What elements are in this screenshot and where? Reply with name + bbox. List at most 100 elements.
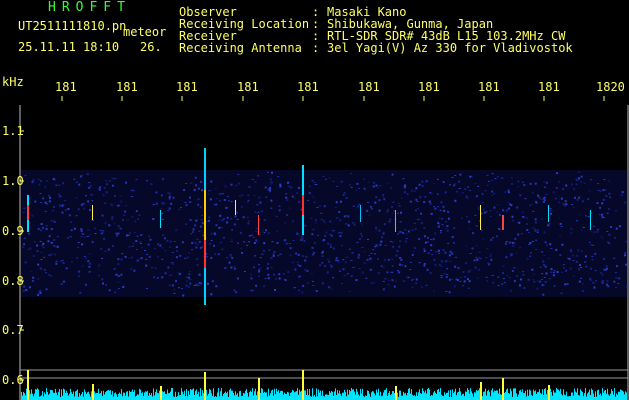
meteor-streak xyxy=(235,200,236,215)
noise-dot xyxy=(309,185,311,187)
noise-dot xyxy=(460,217,463,219)
noise-dot xyxy=(258,269,261,272)
level-bar xyxy=(274,388,275,400)
noise-dot xyxy=(181,288,183,289)
noise-dot xyxy=(450,278,453,280)
level-bar xyxy=(361,393,362,400)
noise-dot xyxy=(59,204,61,207)
noise-dot xyxy=(267,232,270,235)
noise-dot xyxy=(323,239,326,241)
noise-dot xyxy=(184,257,187,259)
noise-dot xyxy=(615,210,617,212)
noise-dot xyxy=(594,252,597,255)
level-bar xyxy=(61,389,62,400)
level-bar xyxy=(535,390,536,400)
level-bar xyxy=(460,391,461,400)
level-bar xyxy=(506,389,507,400)
noise-dot xyxy=(576,199,579,201)
noise-dot xyxy=(534,182,537,185)
level-bar xyxy=(338,393,339,400)
noise-dot xyxy=(571,183,573,186)
level-bar xyxy=(125,395,126,400)
noise-dot xyxy=(191,249,194,251)
noise-dot xyxy=(465,195,468,198)
level-bar xyxy=(537,392,538,400)
noise-dot xyxy=(548,278,551,280)
level-bar xyxy=(111,394,112,400)
noise-dot xyxy=(148,235,151,238)
noise-dot xyxy=(49,196,51,199)
level-bar xyxy=(603,392,604,400)
noise-dot xyxy=(195,283,198,286)
level-bar xyxy=(262,388,263,400)
noise-dot xyxy=(118,227,121,229)
level-bar xyxy=(152,396,153,400)
level-bar xyxy=(561,393,562,400)
level-bar xyxy=(317,396,318,400)
noise-dot xyxy=(546,244,548,246)
level-bar xyxy=(520,389,521,400)
level-bar xyxy=(105,392,106,400)
noise-dot xyxy=(377,271,380,274)
noise-dot xyxy=(521,181,524,183)
level-bar xyxy=(381,396,382,400)
noise-dot xyxy=(213,244,215,247)
level-bar xyxy=(362,388,363,400)
noise-dot xyxy=(294,268,297,271)
level-bar xyxy=(104,394,105,400)
noise-dot xyxy=(502,265,505,267)
noise-dot xyxy=(263,250,265,252)
noise-dot xyxy=(167,210,170,212)
noise-dot xyxy=(564,205,567,207)
noise-dot xyxy=(581,290,584,292)
noise-dot xyxy=(149,238,152,241)
noise-dot xyxy=(25,289,28,291)
noise-dot xyxy=(140,257,143,260)
noise-dot xyxy=(335,257,338,259)
noise-dot xyxy=(201,189,203,192)
noise-dot xyxy=(391,206,393,208)
noise-dot xyxy=(248,241,251,243)
noise-dot xyxy=(585,215,587,217)
level-bar xyxy=(465,391,466,400)
noise-dot xyxy=(562,264,565,266)
noise-dot xyxy=(32,276,35,279)
noise-dot xyxy=(418,262,421,264)
level-bar xyxy=(475,392,476,400)
noise-dot xyxy=(104,250,107,252)
noise-dot xyxy=(398,263,401,266)
noise-dot xyxy=(438,252,441,254)
noise-dot xyxy=(124,210,127,213)
level-bar xyxy=(426,393,427,400)
noise-dot xyxy=(412,251,415,252)
noise-dot xyxy=(138,258,141,260)
noise-dot xyxy=(111,218,113,220)
noise-dot xyxy=(172,196,175,199)
noise-dot xyxy=(474,266,477,269)
level-bar xyxy=(277,391,278,400)
level-peak xyxy=(27,370,29,400)
noise-dot xyxy=(459,173,462,176)
noise-dot xyxy=(131,189,133,191)
level-bar xyxy=(601,395,602,400)
noise-dot xyxy=(484,190,487,192)
noise-dot xyxy=(279,253,282,255)
noise-dot xyxy=(169,240,172,242)
meteor-streak xyxy=(258,215,259,235)
noise-dot xyxy=(418,238,421,240)
noise-dot xyxy=(305,255,308,258)
noise-dot xyxy=(226,216,229,219)
noise-dot xyxy=(311,233,314,236)
noise-dot xyxy=(145,264,148,267)
level-bar xyxy=(45,394,46,400)
level-bar xyxy=(247,392,248,400)
level-bar xyxy=(124,392,125,400)
noise-dot xyxy=(454,175,457,176)
noise-dot xyxy=(486,174,489,176)
noise-dot xyxy=(368,214,371,216)
noise-dot xyxy=(584,261,587,263)
noise-dot xyxy=(575,178,578,181)
noise-dot xyxy=(478,268,481,271)
noise-dot xyxy=(506,201,509,203)
noise-dot xyxy=(504,242,507,245)
